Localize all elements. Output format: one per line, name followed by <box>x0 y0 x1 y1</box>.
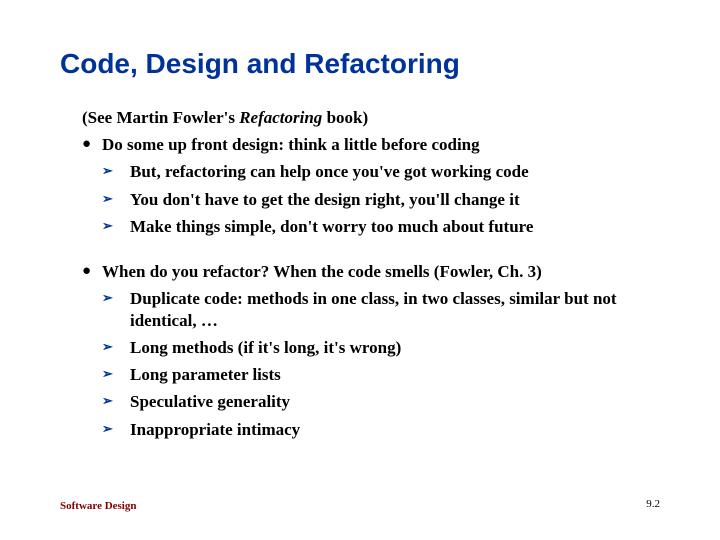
footer-page-number: 9.2 <box>646 498 660 510</box>
arrow-bullet-icon: ➢ <box>102 288 130 331</box>
sub-bullet-item: ➢ Inappropriate intimacy <box>102 419 660 440</box>
intro-line: (See Martin Fowler's Refactoring book) <box>82 108 660 128</box>
sub-bullet-text: You don't have to get the design right, … <box>130 189 660 210</box>
bullet-text: Do some up front design: think a little … <box>102 134 660 155</box>
sub-bullet-text: Inappropriate intimacy <box>130 419 660 440</box>
bullet-item: ● When do you refactor? When the code sm… <box>82 261 660 282</box>
bullet-item: ● Do some up front design: think a littl… <box>82 134 660 155</box>
sub-bullet-item: ➢ Make things simple, don't worry too mu… <box>102 216 660 237</box>
intro-prefix: (See Martin Fowler's <box>82 108 239 127</box>
sub-bullet-text: Long parameter lists <box>130 364 660 385</box>
arrow-bullet-icon: ➢ <box>102 364 130 385</box>
disc-bullet-icon: ● <box>82 261 102 282</box>
sub-bullet-list: ➢ Duplicate code: methods in one class, … <box>102 288 660 440</box>
arrow-bullet-icon: ➢ <box>102 161 130 182</box>
arrow-bullet-icon: ➢ <box>102 419 130 440</box>
sub-bullet-text: Long methods (if it's long, it's wrong) <box>130 337 660 358</box>
sub-bullet-item: ➢ You don't have to get the design right… <box>102 189 660 210</box>
arrow-bullet-icon: ➢ <box>102 337 130 358</box>
intro-suffix: book) <box>322 108 368 127</box>
sub-bullet-text: But, refactoring can help once you've go… <box>130 161 660 182</box>
sub-bullet-text: Duplicate code: methods in one class, in… <box>130 288 660 331</box>
arrow-bullet-icon: ➢ <box>102 189 130 210</box>
arrow-bullet-icon: ➢ <box>102 391 130 412</box>
arrow-bullet-icon: ➢ <box>102 216 130 237</box>
sub-bullet-item: ➢ Long methods (if it's long, it's wrong… <box>102 337 660 358</box>
sub-bullet-item: ➢ Duplicate code: methods in one class, … <box>102 288 660 331</box>
sub-bullet-text: Make things simple, don't worry too much… <box>130 216 660 237</box>
footer-label: Software Design <box>60 500 136 512</box>
sub-bullet-item: ➢ But, refactoring can help once you've … <box>102 161 660 182</box>
content-block: ● Do some up front design: think a littl… <box>82 134 660 440</box>
disc-bullet-icon: ● <box>82 134 102 155</box>
sub-bullet-item: ➢ Speculative generality <box>102 391 660 412</box>
sub-bullet-item: ➢ Long parameter lists <box>102 364 660 385</box>
intro-book-title: Refactoring <box>239 108 322 127</box>
sub-bullet-text: Speculative generality <box>130 391 660 412</box>
slide-title: Code, Design and Refactoring <box>60 48 660 80</box>
sub-bullet-list: ➢ But, refactoring can help once you've … <box>102 161 660 237</box>
bullet-text: When do you refactor? When the code smel… <box>102 261 660 282</box>
